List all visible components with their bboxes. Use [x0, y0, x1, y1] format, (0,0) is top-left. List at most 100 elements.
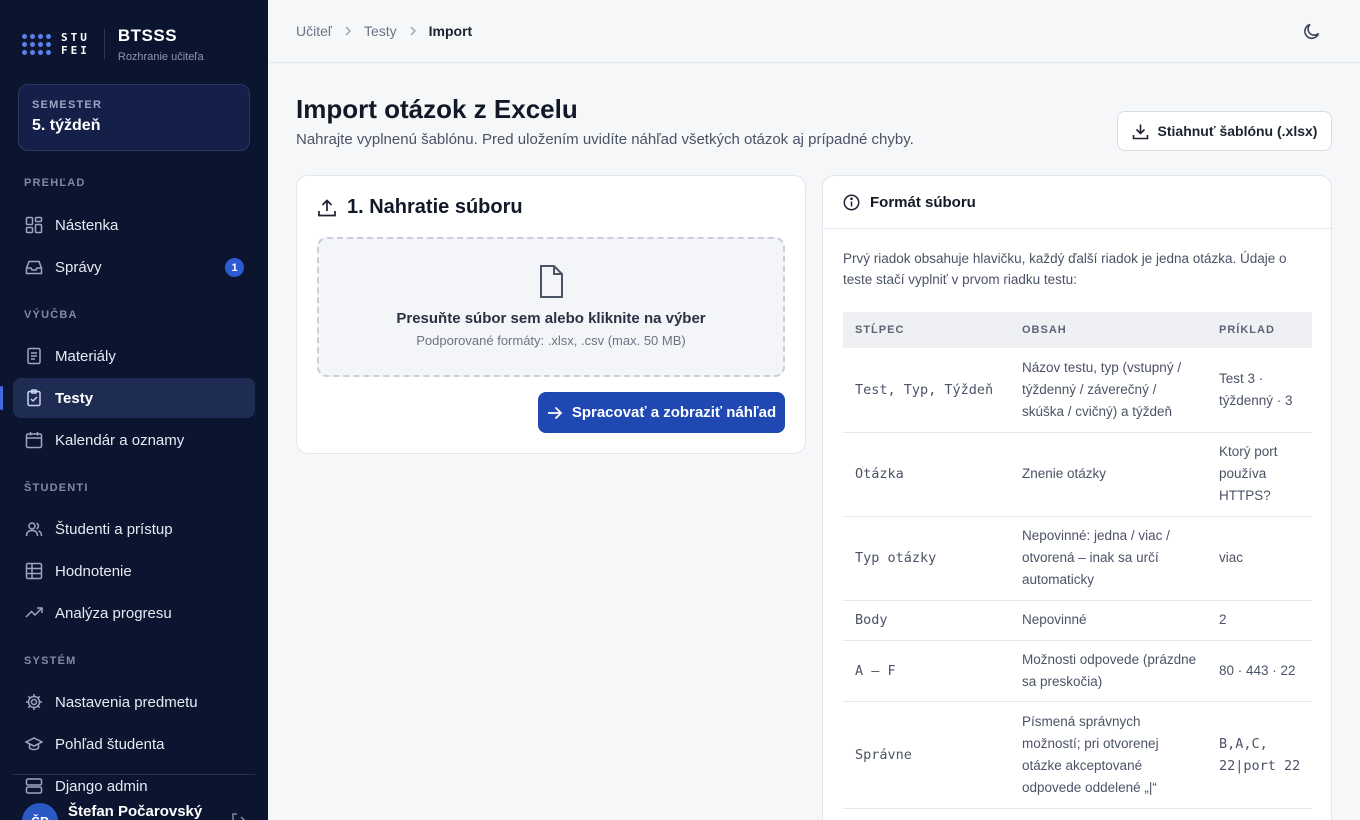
- download-template-button[interactable]: Stiahnuť šablónu (.xlsx): [1117, 111, 1332, 151]
- cell-example: Ktorý port používa HTTPS?: [1207, 432, 1312, 517]
- breadcrumb-current: Import: [428, 23, 473, 39]
- section-label-students: ŠTUDENTI: [24, 482, 89, 494]
- dropzone-text: Presuňte súbor sem alebo kliknite na výb…: [396, 310, 706, 327]
- table-row: Otázka Znenie otázky Ktorý port používa …: [843, 432, 1312, 517]
- logo-text: STU FEI: [61, 31, 90, 57]
- sidebar-item-grading[interactable]: Hodnotenie: [13, 551, 255, 591]
- cell-example: 80 · 443 · 22: [1207, 640, 1312, 702]
- semester-card: SEMESTER 5. týždeň: [18, 84, 250, 151]
- sidebar-item-label: Django admin: [55, 777, 148, 795]
- dark-mode-moon-icon[interactable]: [1302, 21, 1324, 43]
- page-title: Import otázok z Excelu: [296, 94, 578, 124]
- upload-card-title-text: 1. Nahratie súboru: [347, 196, 523, 218]
- sidebar-item-label: Nastavenia predmetu: [55, 693, 198, 711]
- active-indicator: [0, 386, 3, 410]
- file-format-title: Formát súboru: [870, 193, 976, 211]
- column-header-content: OBSAH: [1010, 312, 1207, 348]
- sidebar-item-label: Materiály: [55, 347, 116, 365]
- sidebar-item-calendar[interactable]: Kalendár a oznamy: [13, 420, 255, 460]
- sidebar-item-student-view[interactable]: Pohľad študenta: [13, 724, 255, 764]
- sidebar-item-students-access[interactable]: Študenti a prístup: [13, 509, 255, 549]
- sidebar-item-course-settings[interactable]: Nastavenia predmetu: [13, 682, 255, 722]
- column-header-example: PRÍKLAD: [1207, 312, 1312, 348]
- upload-card-title: 1. Nahratie súboru: [317, 196, 523, 219]
- sidebar-item-label: Študenti a prístup: [55, 520, 173, 538]
- upload-icon: [317, 198, 337, 218]
- sidebar-item-label: Kalendár a oznamy: [55, 431, 185, 449]
- section-label-teaching: VÝUČBA: [24, 309, 78, 321]
- table-icon: [24, 561, 44, 581]
- gear-icon: [24, 692, 44, 712]
- messages-count-badge: 1: [225, 258, 244, 277]
- app-name: BTSSS: [117, 25, 178, 45]
- calendar-icon: [24, 430, 44, 450]
- dropzone-formats: Podporované formáty: .xlsx, .csv (max. 5…: [416, 333, 686, 348]
- cell-content: Nepovinné: jedna / viac / otvorená – ina…: [1010, 516, 1207, 601]
- trend-icon: [24, 603, 44, 623]
- page-subtitle: Nahrajte vyplnenú šablónu. Pred uložením…: [296, 131, 914, 148]
- semester-label: SEMESTER: [32, 99, 103, 111]
- brand-text: BTSSS Rozhranie učiteľa: [118, 26, 204, 63]
- cell-column: Body: [843, 600, 1010, 641]
- sidebar-item-label: Správy: [55, 258, 102, 276]
- file-dropzone[interactable]: Presuňte súbor sem alebo kliknite na výb…: [317, 237, 785, 377]
- sidebar-item-label: Testy: [55, 389, 94, 407]
- app-subtitle: Rozhranie učiteľa: [117, 50, 204, 63]
- table-row: Typ otázky Nepovinné: jedna / viac / otv…: [843, 516, 1312, 601]
- file-format-card: Formát súboru Prvý riadok obsahuje hlavi…: [822, 175, 1332, 820]
- logo-dots-icon: [22, 33, 51, 55]
- cell-example: Test 3 · týždenný · 3: [1207, 348, 1312, 433]
- process-preview-button[interactable]: Spracovať a zobraziť náhľad: [538, 392, 785, 433]
- logout-icon[interactable]: [230, 812, 248, 820]
- section-label-overview: PREHĽAD: [24, 177, 86, 189]
- sidebar-item-label: Nástenka: [55, 216, 119, 234]
- upload-card: 1. Nahratie súboru Presuňte súbor sem al…: [296, 175, 806, 454]
- chevron-right-icon: [409, 26, 417, 36]
- brand-divider: [103, 29, 105, 59]
- file-icon: [534, 263, 568, 301]
- sidebar: STU FEI BTSSS Rozhranie učiteľa SEMESTER…: [0, 0, 268, 820]
- download-icon: [1132, 123, 1149, 140]
- brand[interactable]: STU FEI BTSSS Rozhranie učiteľa: [0, 0, 268, 88]
- sidebar-item-tests[interactable]: Testy: [0, 378, 255, 418]
- graduation-cap-icon: [24, 734, 44, 754]
- cell-column: Typ otázky: [843, 516, 1010, 601]
- topbar: Učiteľ Testy Import: [268, 0, 1360, 63]
- table-row: A – F Možnosti odpovede (prázdne sa pres…: [843, 640, 1312, 702]
- table-header-row: STĹPEC OBSAH PRÍKLAD: [843, 312, 1312, 348]
- users-icon: [24, 519, 44, 539]
- sidebar-item-dashboard[interactable]: Nástenka: [13, 205, 255, 245]
- table-row: Správne Písmená správnych možností; pri …: [843, 701, 1312, 809]
- sidebar-item-progress-analysis[interactable]: Analýza progresu: [13, 593, 255, 633]
- breadcrumb-tests[interactable]: Testy: [364, 23, 397, 39]
- sidebar-item-label: Hodnotenie: [55, 562, 132, 580]
- info-icon: [843, 194, 860, 211]
- cell-content: Znenie otázky: [1010, 432, 1207, 517]
- column-header-column: STĹPEC: [843, 312, 1010, 348]
- user-profile[interactable]: ŠP Štefan Počarovský: [22, 797, 202, 820]
- cell-content: Názov testu, typ (vstupný / týždenný / z…: [1010, 348, 1207, 433]
- sidebar-item-materials[interactable]: Materiály: [13, 336, 255, 376]
- file-format-intro: Prvý riadok obsahuje hlavičku, každý ďal…: [843, 251, 1287, 287]
- cell-column: Test, Typ, Týždeň: [843, 348, 1010, 433]
- document-icon: [24, 346, 44, 366]
- section-label-system: SYSTÉM: [24, 655, 77, 667]
- server-icon: [24, 776, 44, 796]
- dashboard-icon: [24, 215, 44, 235]
- user-name: Štefan Počarovský: [68, 803, 203, 820]
- breadcrumb-teacher[interactable]: Učiteľ: [296, 23, 332, 39]
- sidebar-item-label: Pohľad študenta: [55, 735, 165, 753]
- sidebar-item-messages[interactable]: Správy 1: [13, 247, 255, 287]
- table-row: Body Nepovinné 2: [843, 600, 1312, 641]
- format-table: STĹPEC OBSAH PRÍKLAD Test, Typ, Týždeň N…: [843, 312, 1312, 809]
- download-template-label: Stiahnuť šablónu (.xlsx): [1157, 123, 1318, 139]
- user-divider: [13, 774, 255, 775]
- cell-column: A – F: [843, 640, 1010, 702]
- arrow-right-icon: [547, 406, 563, 420]
- cell-content: Nepovinné: [1010, 600, 1207, 641]
- cell-example: B,A,C, 22|port 22: [1207, 701, 1312, 809]
- file-format-header: Formát súboru: [823, 176, 1331, 229]
- clipboard-check-icon: [24, 388, 44, 408]
- logo-text-fei: FEI: [61, 44, 90, 57]
- sidebar-item-label: Analýza progresu: [55, 604, 172, 622]
